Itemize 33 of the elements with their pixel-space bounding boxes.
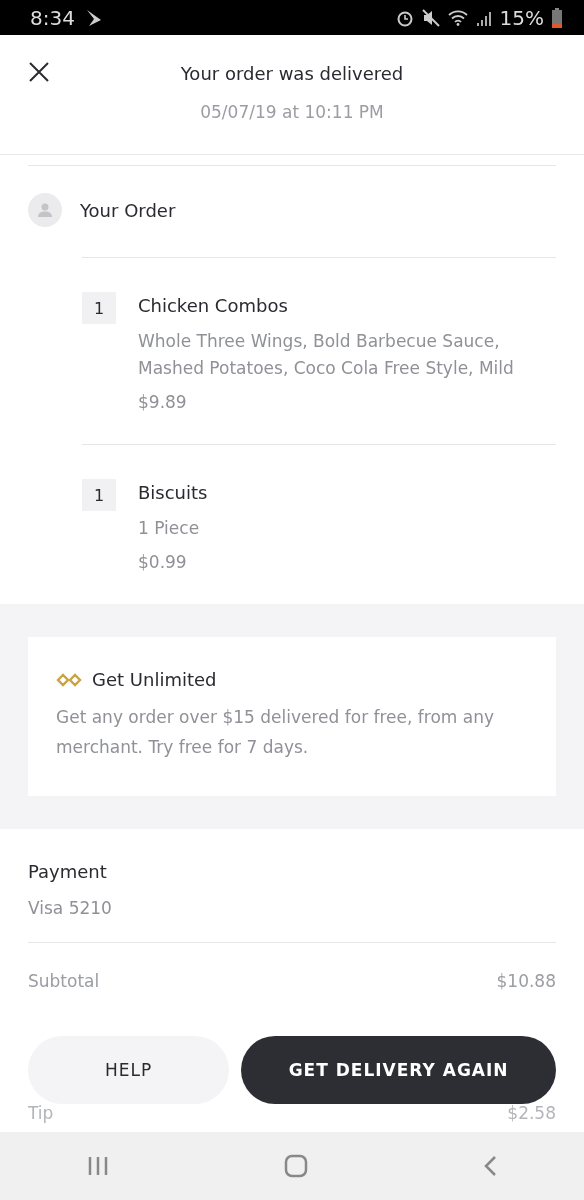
item-name: Chicken Combos [138,294,289,318]
wifi-icon [447,9,468,26]
summary-value: $10.88 [496,971,556,991]
item-name: Biscuits [138,481,208,505]
recents-icon[interactable] [87,1156,110,1176]
section-title: Your Order [80,199,176,221]
status-time: 8:34 [30,5,75,30]
signal-icon [475,9,492,26]
summary-label: Subtotal [28,971,100,991]
mute-icon [421,8,440,27]
infinity-icon [56,672,82,687]
home-icon[interactable] [284,1154,308,1178]
payment-title: Payment [28,861,108,882]
item-options: 1 Piece [138,515,208,542]
quantity-label: 1 [82,479,116,511]
battery-percent: 15% [499,5,544,30]
back-icon[interactable] [482,1155,497,1177]
quantity-label: 1 [82,292,116,324]
person-icon [28,193,62,227]
battery-icon [552,7,562,28]
promo-title: Get Unlimited [92,669,217,690]
item-price: $9.89 [138,392,188,412]
header-date: 05/07/19 at 10:11 PM [200,102,384,122]
help-button[interactable]: HELP [28,1036,230,1104]
item-price: $0.99 [138,552,188,572]
header-title: Your order was delivered [180,63,404,84]
payment-method: Visa 5210 [28,898,113,918]
item-options: Whole Three Wings, Bold Barbecue Sauce, Mashed Potatoes, Coco Cola Free Style, Mild [138,328,556,382]
promo-text: Get any order over $15 delivered for free, from any merchant. Try free for 7 days. [56,706,496,759]
carrier-icon [84,7,103,28]
reorder-button[interactable]: GET DELIVERY AGAIN [241,1036,556,1104]
summary-label: Tip [28,1103,54,1123]
summary-value: $2.58 [507,1103,556,1123]
